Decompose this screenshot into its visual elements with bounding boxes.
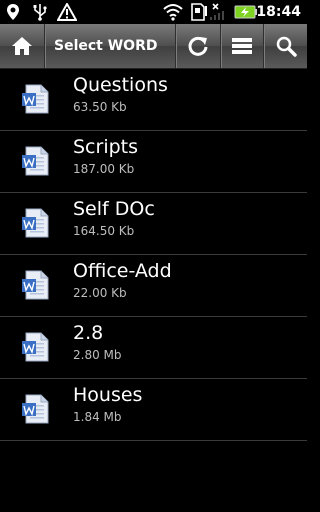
word-document-icon [22, 208, 49, 238]
list-item[interactable]: Office-Add 22.00 Kb [0, 255, 307, 317]
status-bar: 18:44 [0, 0, 307, 24]
file-name: Scripts [73, 136, 139, 158]
file-name: Office-Add [73, 260, 172, 282]
warning-icon [57, 3, 77, 21]
file-size: 187.00 Kb [73, 162, 135, 176]
list-item[interactable]: Questions 63.50 Kb [0, 69, 307, 131]
action-bar: Select WORD [0, 24, 307, 69]
clock: 18:44 [256, 4, 301, 20]
page-title: Select WORD [54, 38, 158, 54]
signal-off-icon [210, 3, 224, 20]
usb-icon [33, 4, 47, 21]
refresh-button[interactable] [176, 24, 220, 68]
file-name: 2.8 [73, 322, 104, 344]
file-size: 22.00 Kb [73, 286, 127, 300]
file-name: Houses [73, 384, 143, 406]
file-size: 63.50 Kb [73, 100, 127, 114]
separator [44, 24, 45, 68]
list-item[interactable]: 2.8 2.80 Mb [0, 317, 307, 379]
word-document-icon [22, 394, 49, 424]
menu-button[interactable] [221, 24, 263, 68]
refresh-icon [188, 36, 208, 56]
word-document-icon [22, 146, 49, 176]
list-item[interactable]: Self DOc 164.50 Kb [0, 193, 307, 255]
file-size: 164.50 Kb [73, 224, 135, 238]
list-item[interactable]: Houses 1.84 Mb [0, 379, 307, 441]
word-document-icon [22, 332, 49, 362]
location-pin-icon [7, 4, 19, 20]
search-icon [276, 36, 297, 57]
word-document-icon [22, 270, 49, 300]
list-item[interactable]: Scripts 187.00 Kb [0, 131, 307, 193]
battery-charging-icon [234, 5, 257, 19]
search-button[interactable] [264, 24, 307, 68]
file-size: 1.84 Mb [73, 410, 122, 424]
wifi-icon [163, 4, 183, 21]
sd-card-icon [191, 3, 207, 21]
file-name: Self DOc [73, 198, 155, 220]
file-list: Questions 63.50 Kb Scripts 187.00 Kb Sel [0, 69, 307, 441]
menu-list-icon [232, 38, 252, 54]
file-size: 2.80 Mb [73, 348, 122, 362]
home-button[interactable] [0, 24, 44, 68]
home-icon [12, 37, 32, 55]
word-document-icon [22, 84, 49, 114]
file-name: Questions [73, 74, 168, 96]
